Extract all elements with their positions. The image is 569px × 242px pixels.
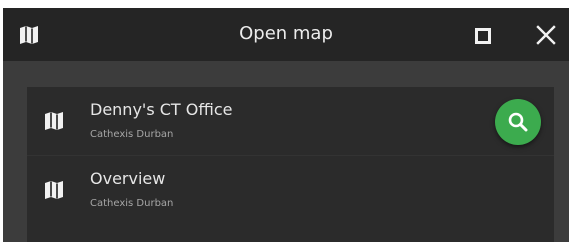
- map-list-item[interactable]: Denny's CT Office Cathexis Durban: [27, 87, 554, 156]
- map-list-item[interactable]: Overview Cathexis Durban: [27, 156, 554, 224]
- open-map-dialog: Open map Denny's CT Office Cathexis Durb: [3, 8, 569, 242]
- title-bar: Open map: [3, 8, 569, 61]
- close-button[interactable]: [530, 22, 562, 50]
- close-icon: [530, 25, 562, 54]
- search-button[interactable]: [495, 99, 541, 145]
- search-icon: [508, 112, 528, 132]
- map-name: Overview: [90, 169, 166, 188]
- map-icon: [42, 178, 66, 202]
- map-name: Denny's CT Office: [90, 100, 233, 119]
- map-site: Cathexis Durban: [90, 198, 174, 209]
- maximize-button[interactable]: [466, 23, 498, 49]
- maximize-icon: [475, 28, 491, 44]
- map-icon: [42, 109, 66, 133]
- map-list: Denny's CT Office Cathexis Durban Overvi…: [27, 87, 554, 242]
- map-site: Cathexis Durban: [90, 129, 174, 140]
